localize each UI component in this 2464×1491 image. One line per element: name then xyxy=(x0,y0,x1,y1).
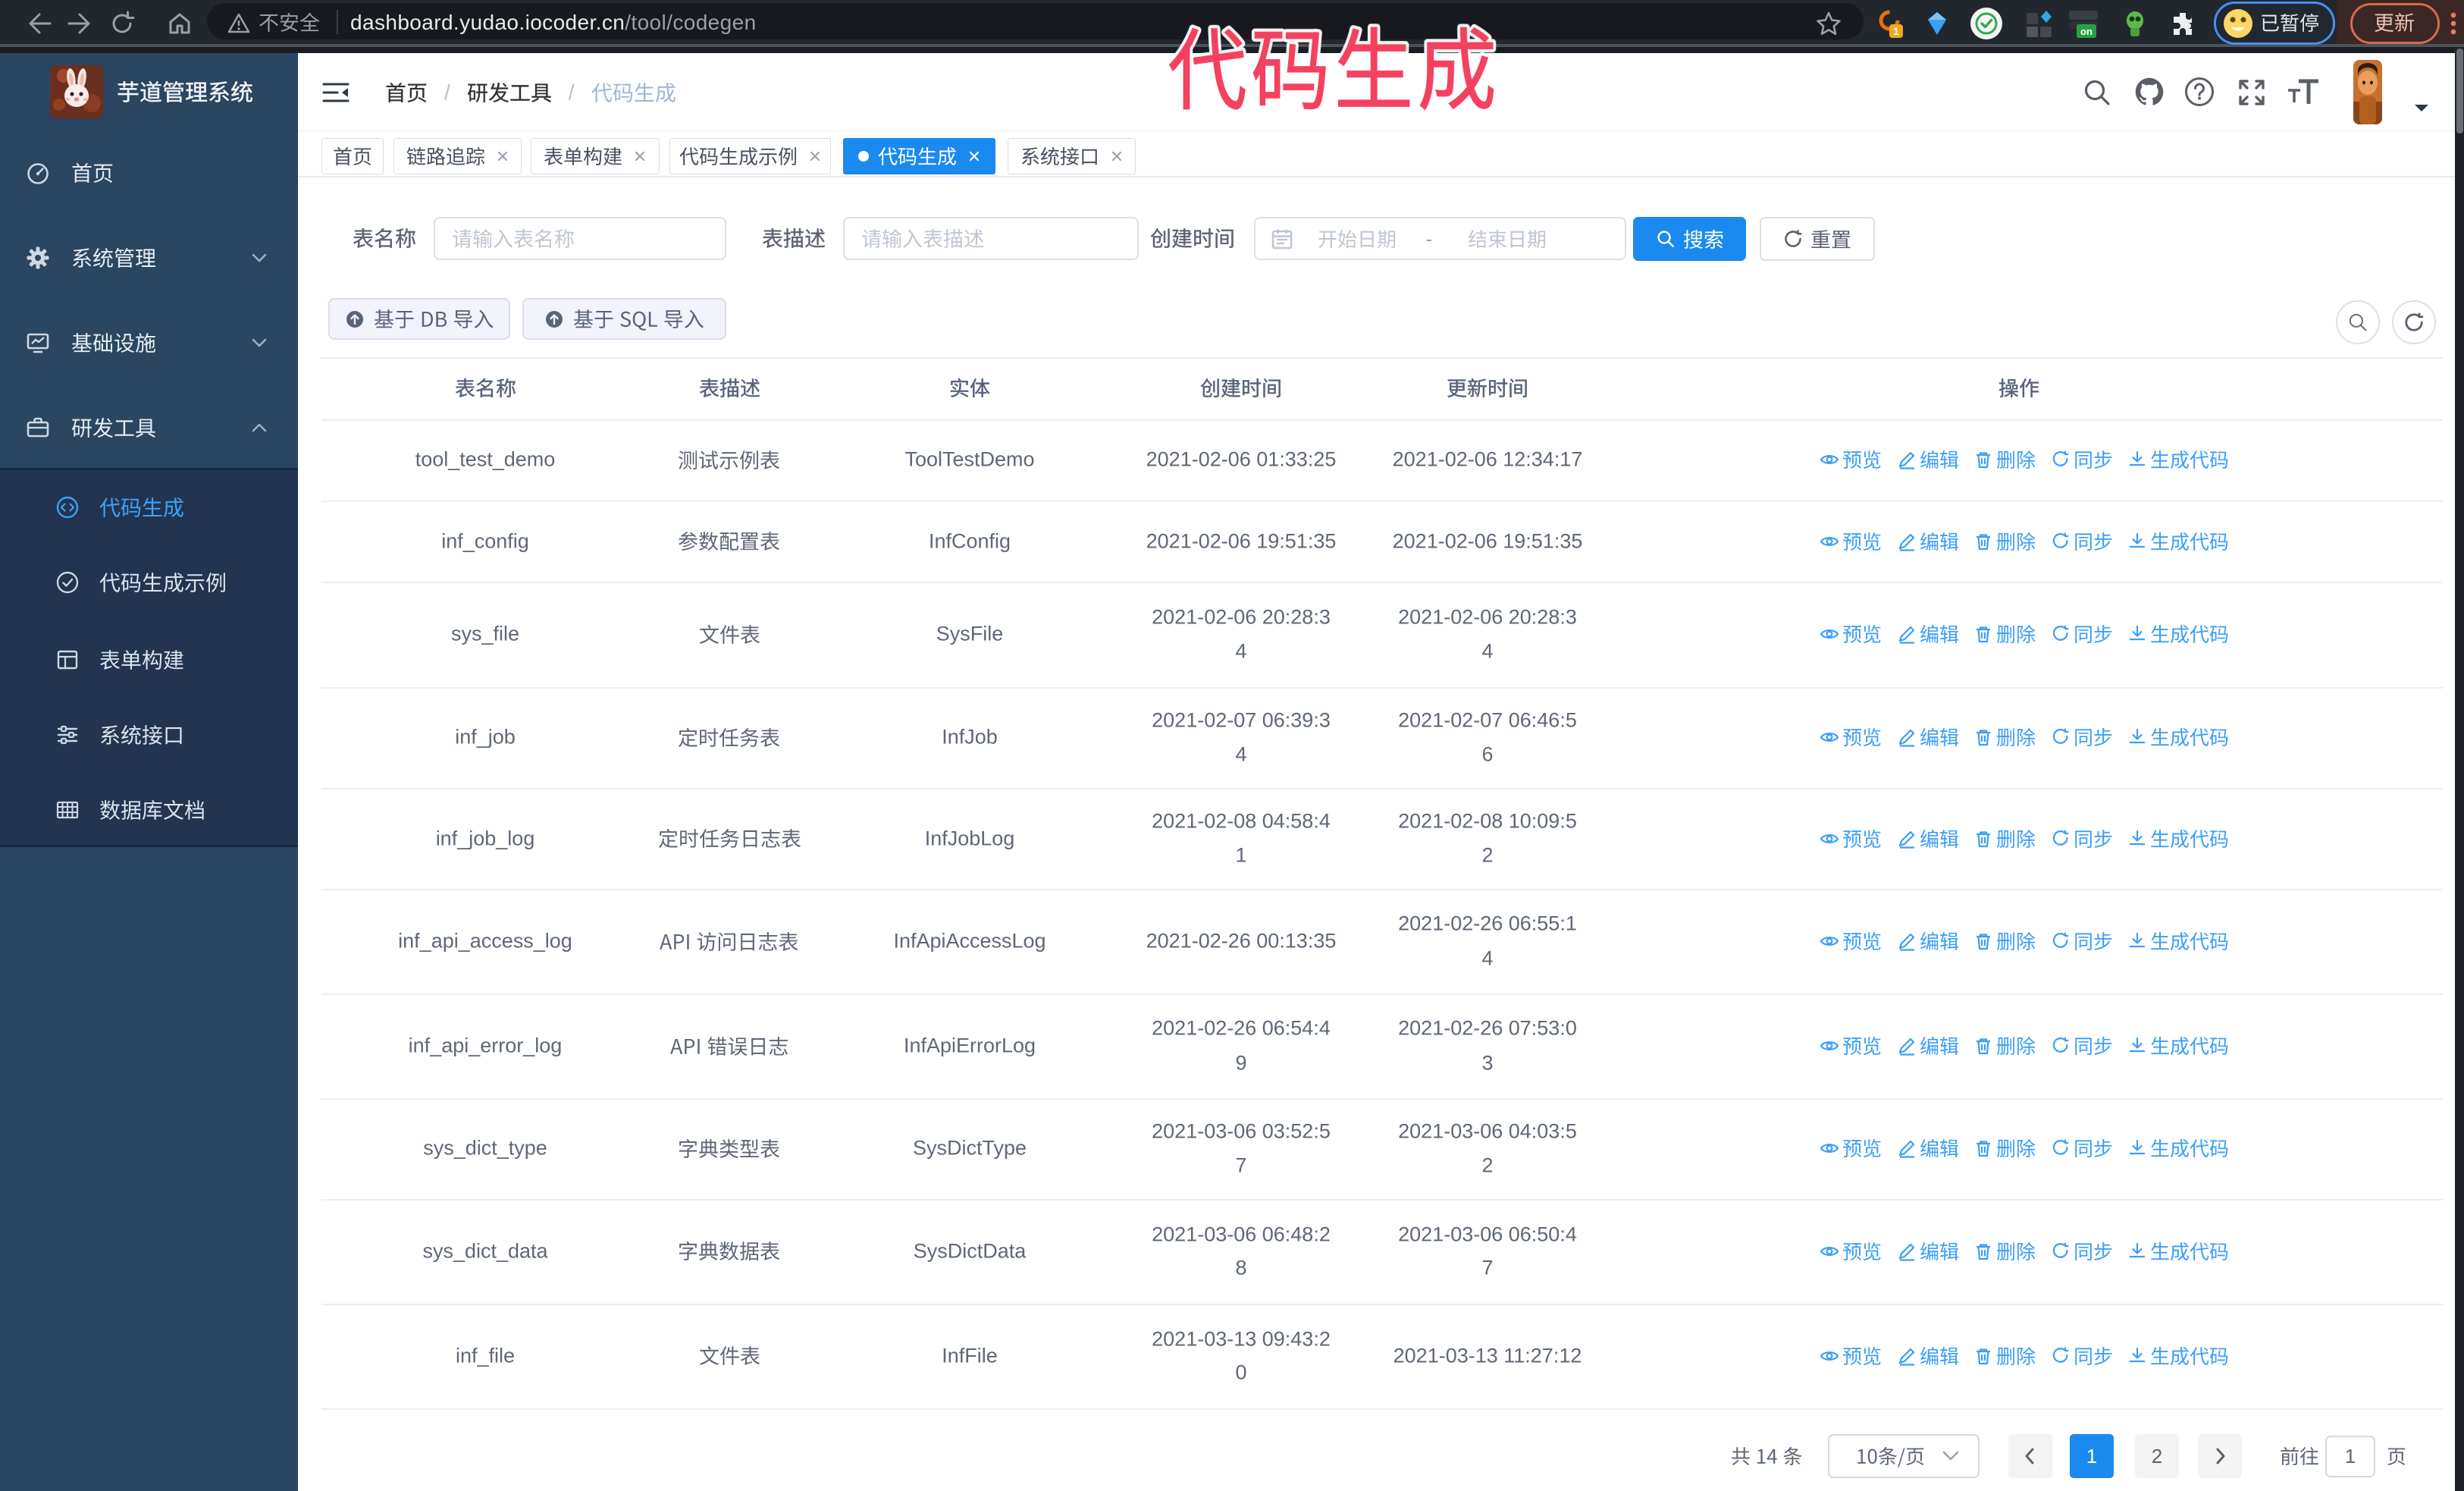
svg-text:1: 1 xyxy=(1893,25,1899,37)
svg-text:on: on xyxy=(2080,26,2093,37)
